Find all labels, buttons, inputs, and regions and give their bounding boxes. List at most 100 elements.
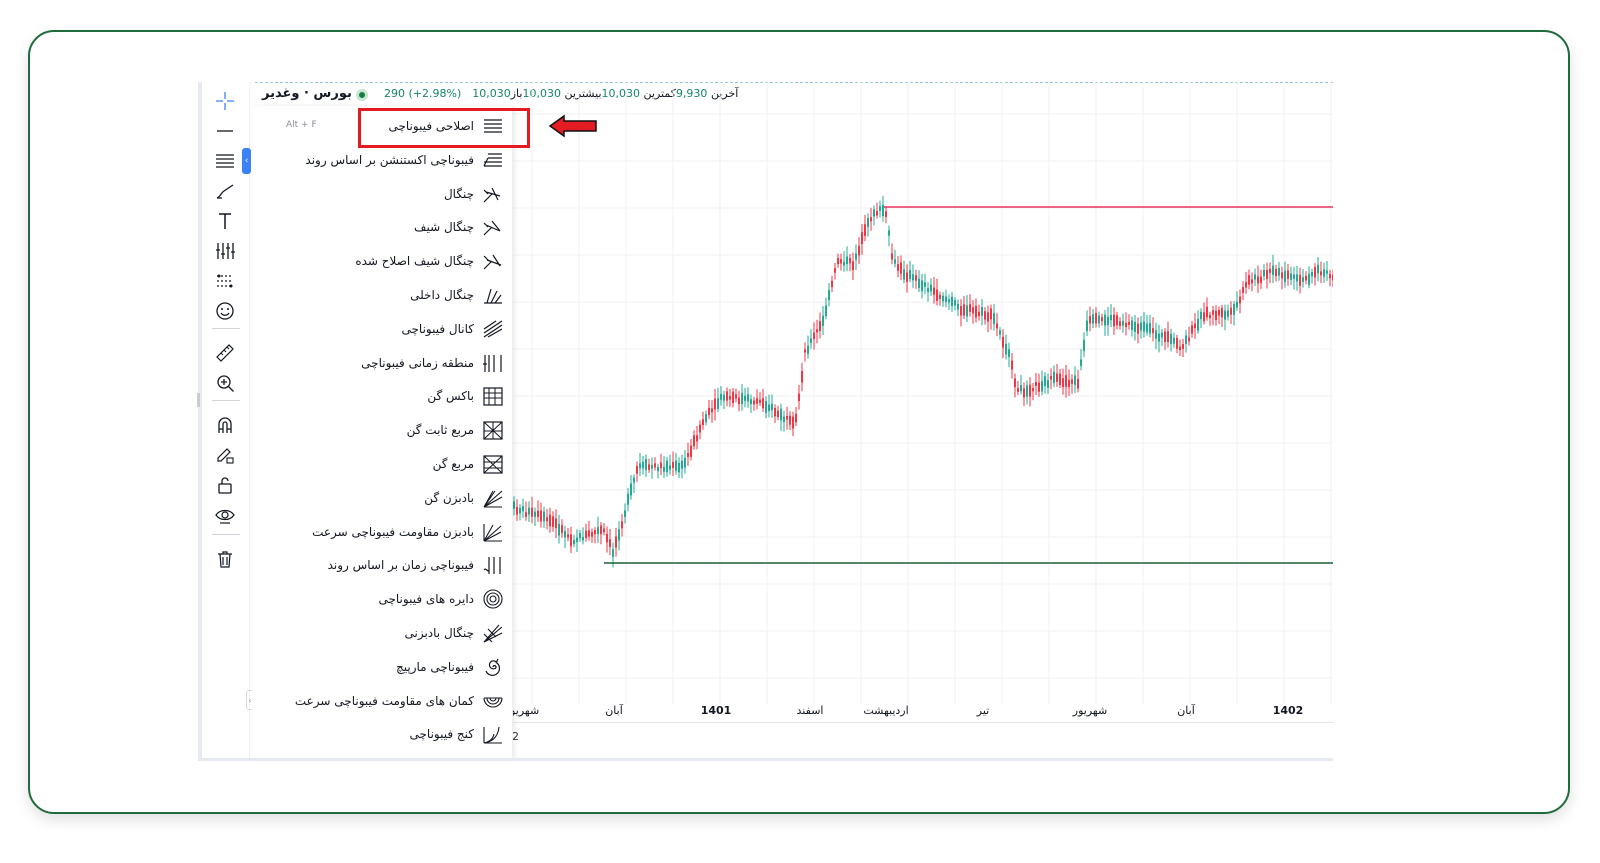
- candle-body: [975, 305, 977, 318]
- candle-body: [1284, 270, 1286, 283]
- menu-item-gann-box[interactable]: باکس گن: [427, 383, 506, 409]
- candle-body: [1236, 301, 1238, 308]
- brush-icon[interactable]: [212, 180, 238, 202]
- lock-icon[interactable]: [212, 474, 238, 496]
- candle-body: [1098, 315, 1100, 324]
- menu-item-pitchfan[interactable]: چنگال بادبزنی: [405, 620, 507, 646]
- candle-body: [1107, 316, 1109, 325]
- candle-body: [930, 284, 932, 292]
- menu-item-fib-wedge[interactable]: کنج فیبوناچی: [410, 721, 507, 747]
- fib-tools-icon[interactable]: [212, 150, 238, 172]
- symbol-title[interactable]: بورس · وغدیر: [262, 86, 352, 101]
- candle-body: [720, 393, 722, 400]
- candle-body: [939, 294, 941, 299]
- candle-body: [552, 516, 554, 527]
- menu-item-gann-square-fixed[interactable]: مربع ثابت گن: [407, 417, 506, 443]
- candle-body: [906, 272, 908, 282]
- candle-body: [1197, 318, 1199, 331]
- candle-body: [831, 280, 833, 288]
- eye-icon[interactable]: [212, 504, 238, 526]
- candle-body: [870, 217, 872, 222]
- candle-body: [834, 268, 836, 273]
- line-tool-icon[interactable]: [212, 120, 238, 142]
- candle-body: [1233, 304, 1235, 315]
- candle-body: [612, 549, 614, 557]
- patterns-icon[interactable]: [212, 240, 238, 262]
- price-chart[interactable]: شهریور آبان 1401 اسفند اردیبهشت تیر شهریور آبان…: [512, 82, 1333, 742]
- menu-item-inside-pitchfork[interactable]: چنگال داخلی: [410, 282, 506, 308]
- candle-body: [591, 532, 593, 537]
- candle-body: [1089, 316, 1091, 324]
- menu-item-fib-channel[interactable]: کانال فیبوناچی: [402, 316, 507, 342]
- candle-body: [690, 445, 692, 457]
- candle-body: [657, 467, 659, 472]
- fib-tools-dropdown: Alt + F اصلاحی فیبوناچی فیبوناچی اکستنشن …: [252, 106, 513, 760]
- candle-body: [1194, 323, 1196, 329]
- highlight-box: [358, 108, 530, 148]
- ruler-icon[interactable]: [212, 342, 238, 364]
- candle-body: [1041, 381, 1043, 392]
- x-tick-label: 1401: [701, 704, 732, 717]
- text-tool-icon[interactable]: [212, 210, 238, 232]
- candle-body: [1224, 310, 1226, 320]
- candle-body: [1302, 277, 1304, 282]
- menu-item-gann-fan[interactable]: بادبزن گن: [424, 485, 506, 511]
- candle-body: [531, 507, 533, 517]
- candle-body: [729, 396, 731, 400]
- menu-item-fib-extension[interactable]: فیبوناچی اکستنشن بر اساس روند: [305, 147, 506, 173]
- candle-body: [1203, 312, 1205, 322]
- menu-item-pitchfork[interactable]: چنگال: [444, 181, 506, 207]
- candle-body: [723, 394, 725, 401]
- candle-body: [681, 460, 683, 469]
- candle-body: [651, 464, 653, 469]
- menu-item-fib-time-zone[interactable]: منطقه زمانی فیبوناچی: [361, 350, 506, 376]
- candle-body: [813, 332, 815, 340]
- candle-body: [867, 218, 869, 228]
- candle-body: [693, 435, 695, 447]
- candle-body: [993, 313, 995, 325]
- menu-item-label: چنگال داخلی: [410, 288, 474, 302]
- emoji-icon[interactable]: [212, 300, 238, 322]
- candle-body: [1251, 279, 1253, 284]
- fib-speed-arcs-icon: [480, 689, 506, 713]
- gann-square-icon: [480, 452, 506, 476]
- candle-body: [678, 462, 680, 473]
- candle-body: [1020, 385, 1022, 392]
- candle-body: [912, 274, 914, 281]
- candle-body: [624, 510, 626, 517]
- menu-item-fib-circles[interactable]: دایره های فیبوناچی: [378, 586, 506, 612]
- time-axis-divider: [512, 722, 1333, 723]
- candle-body: [1200, 311, 1202, 320]
- menu-item-fib-spiral[interactable]: فیبوناچی مارپیچ: [396, 654, 506, 680]
- candle-body: [1134, 321, 1136, 332]
- resize-grip[interactable]: [197, 393, 200, 407]
- candle-body: [1317, 264, 1319, 274]
- candle-body: [861, 232, 863, 245]
- candle-body: [1023, 388, 1025, 398]
- crosshair-icon[interactable]: [212, 90, 238, 112]
- gann-box-icon: [480, 384, 506, 408]
- menu-item-modified-schiff-pitchfork[interactable]: چنگال شیف اصلاح شده: [355, 248, 506, 274]
- magnet-icon[interactable]: [212, 414, 238, 436]
- candle-body: [1275, 268, 1277, 277]
- menu-item-trend-fib-time[interactable]: فیبوناچی زمان بر اساس روند: [328, 552, 506, 578]
- menu-item-gann-square[interactable]: مربع گن: [433, 451, 506, 477]
- trash-icon[interactable]: [212, 548, 238, 570]
- candle-body: [573, 539, 575, 545]
- candle-body: [1137, 323, 1139, 334]
- candle-body: [903, 269, 905, 280]
- candle-body: [1170, 333, 1172, 344]
- candle-body: [1131, 320, 1133, 330]
- candle-body: [1221, 307, 1223, 318]
- menu-item-fib-speed-fan[interactable]: بادبزن مقاومت فیبوناچی سرعت: [312, 519, 506, 545]
- candle-body: [759, 399, 761, 403]
- candle-body: [1218, 309, 1220, 316]
- gann-square-fixed-icon: [480, 418, 506, 442]
- collapse-menu-tab[interactable]: ‹: [242, 148, 251, 174]
- zoom-in-icon[interactable]: [212, 372, 238, 394]
- candle-body: [534, 511, 536, 517]
- stay-drawing-icon[interactable]: [212, 444, 238, 466]
- menu-item-schiff-pitchfork[interactable]: چنگال شیف: [414, 214, 506, 240]
- prediction-icon[interactable]: [212, 270, 238, 292]
- menu-item-fib-speed-arcs[interactable]: کمان های مقاومت فیبوناچی سرعت: [295, 688, 506, 714]
